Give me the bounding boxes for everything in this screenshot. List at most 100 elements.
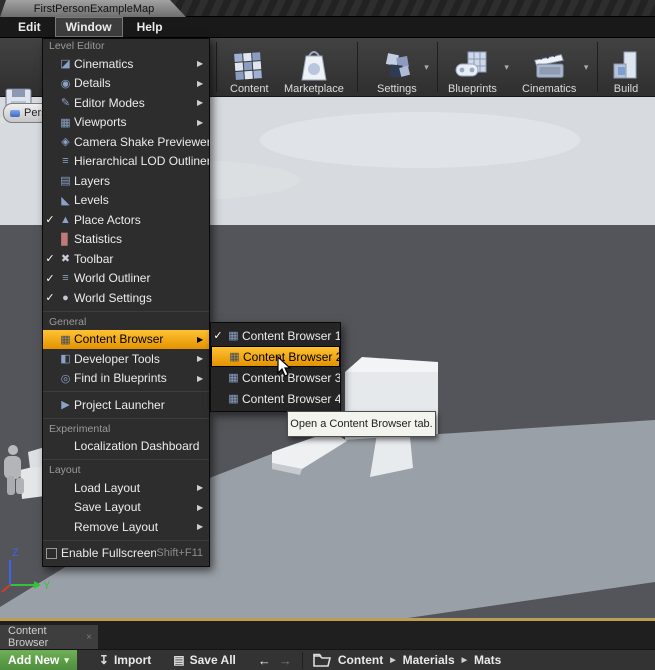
toolbar-blueprints-button[interactable]: Blueprints ▾ bbox=[448, 40, 509, 95]
settings-dropdown-icon[interactable]: ▾ bbox=[424, 62, 429, 73]
import-label: Import bbox=[113, 653, 152, 667]
content-browser-icon: ▦ bbox=[60, 333, 71, 346]
content-browser-icon: ▦ bbox=[228, 372, 239, 384]
details-icon: ◉ bbox=[60, 77, 71, 90]
fullscreen-shortcut: Shift+F11 bbox=[156, 547, 203, 560]
content-browser-tab[interactable]: Content Browser × bbox=[0, 625, 98, 649]
menu-item-editor-modes[interactable]: ✎ Editor Modes ▶ bbox=[43, 93, 209, 113]
cinematics-icon-large bbox=[531, 49, 567, 83]
menu-item-load-layout[interactable]: Load Layout ▶ bbox=[43, 478, 209, 498]
toolbar-settings-label: Settings bbox=[377, 83, 417, 95]
menu-item-place-actors[interactable]: ✓ ▲ Place Actors bbox=[43, 210, 209, 230]
breadcrumb-mats[interactable]: Mats bbox=[474, 653, 501, 667]
submenu-arrow-icon: ▶ bbox=[197, 78, 204, 88]
import-button[interactable]: ↧ Import bbox=[99, 653, 151, 667]
content-browser-submenu: ✓ ▦ Content Browser 1 ▦ Content Browser … bbox=[210, 322, 341, 412]
viewports-icon: ▦ bbox=[60, 116, 71, 129]
world-outliner-icon: ≡ bbox=[62, 272, 69, 285]
developer-tools-icon: ◧ bbox=[60, 353, 71, 366]
toolbar-content-button[interactable]: Content bbox=[230, 40, 269, 95]
level-tab[interactable]: FirstPersonExampleMap bbox=[0, 0, 186, 17]
menu-item-world-outliner[interactable]: ✓ ≡ World Outliner bbox=[43, 269, 209, 289]
menu-item-toolbar[interactable]: ✓ ✖ Toolbar bbox=[43, 249, 209, 269]
menubar-help[interactable]: Help bbox=[127, 18, 173, 36]
menu-item-developer-tools[interactable]: ◧ Developer Tools ▶ bbox=[43, 349, 209, 369]
blueprints-icon bbox=[454, 49, 490, 83]
breadcrumb-sep-icon: ▶ bbox=[390, 657, 396, 664]
submenu-arrow-icon: ▶ bbox=[197, 373, 204, 383]
dock-tab-well: Content Browser × bbox=[0, 621, 655, 649]
submenu-arrow-icon: ▶ bbox=[197, 98, 204, 108]
check-icon: ✓ bbox=[45, 292, 55, 305]
level-tab-title: FirstPersonExampleMap bbox=[33, 2, 155, 15]
toolbar-settings-button[interactable]: Settings ▾ bbox=[377, 40, 429, 95]
menu-item-layers[interactable]: ▤ Layers bbox=[43, 171, 209, 191]
hlod-icon: ≡ bbox=[62, 155, 69, 168]
section-experimental: Experimental bbox=[49, 422, 111, 435]
submenu-arrow-icon: ▶ bbox=[197, 59, 204, 69]
menu-item-camera-shake-previewer[interactable]: ◈ Camera Shake Previewer bbox=[43, 132, 209, 152]
menu-item-statistics[interactable]: ▊ Statistics bbox=[43, 230, 209, 250]
content-browser-toolbar: Add New ▾ ↧ Import ▤ Save All ← → Conten… bbox=[0, 649, 655, 670]
world-settings-icon: ● bbox=[62, 291, 69, 304]
cinematics-icon: ◪ bbox=[60, 58, 71, 71]
check-icon: ✓ bbox=[45, 214, 55, 227]
content-browser-tab-label: Content Browser bbox=[8, 625, 49, 649]
add-new-label: Add New bbox=[8, 653, 60, 667]
toolbar-build-label: Build bbox=[613, 83, 639, 95]
submenu-item-content-browser-3[interactable]: ▦ Content Browser 3 bbox=[211, 367, 340, 388]
save-all-label: Save All bbox=[189, 653, 236, 667]
back-arrow-icon[interactable]: ← bbox=[258, 653, 271, 668]
menu-item-enable-fullscreen[interactable]: Enable Fullscreen Shift+F11 bbox=[43, 544, 209, 564]
menu-item-details[interactable]: ◉ Details ▶ bbox=[43, 74, 209, 94]
menu-item-content-browser[interactable]: ▦ Content Browser ▶ bbox=[43, 329, 209, 349]
save-all-button[interactable]: ▤ Save All bbox=[173, 653, 236, 667]
save-all-icon: ▤ bbox=[173, 653, 185, 667]
menubar-window[interactable]: Window bbox=[54, 17, 123, 37]
menu-item-hierarchical-lod-outliner[interactable]: ≡ Hierarchical LOD Outliner bbox=[43, 152, 209, 172]
menu-separator bbox=[43, 459, 209, 460]
toolbar-build-button[interactable]: Build bbox=[608, 40, 644, 95]
toolbar-content-label: Content bbox=[230, 83, 269, 95]
submenu-arrow-icon: ▶ bbox=[197, 483, 204, 493]
submenu-item-content-browser-4[interactable]: ▦ Content Browser 4 bbox=[211, 388, 340, 409]
fullscreen-checkbox[interactable] bbox=[46, 547, 57, 559]
menu-item-remove-layout[interactable]: Remove Layout ▶ bbox=[43, 517, 209, 537]
editor-modes-icon: ✎ bbox=[60, 97, 71, 110]
menu-item-save-layout[interactable]: Save Layout ▶ bbox=[43, 498, 209, 518]
unreal-editor-window: Z Y FirstPersonExampleMap Edit Window He… bbox=[0, 0, 655, 670]
submenu-item-content-browser-2[interactable]: ▦ Content Browser 2 bbox=[211, 346, 340, 367]
menu-separator bbox=[43, 417, 209, 419]
menu-item-find-in-blueprints[interactable]: ◎ Find in Blueprints ▶ bbox=[43, 369, 209, 389]
forward-arrow-icon[interactable]: → bbox=[279, 653, 292, 668]
menu-item-levels[interactable]: ◣ Levels bbox=[43, 191, 209, 211]
toolbar-marketplace-label: Marketplace bbox=[284, 83, 344, 95]
menu-item-world-settings[interactable]: ✓ ● World Settings bbox=[43, 288, 209, 308]
place-actors-icon: ▲ bbox=[60, 213, 71, 226]
build-icon bbox=[608, 49, 644, 83]
section-level-editor: Level Editor bbox=[49, 40, 105, 52]
project-launcher-icon: ▶ bbox=[61, 399, 70, 412]
import-icon: ↧ bbox=[98, 653, 109, 667]
menu-bar: Edit Window Help bbox=[0, 17, 655, 38]
menu-item-localization-dashboard[interactable]: Localization Dashboard bbox=[43, 437, 209, 457]
menubar-edit[interactable]: Edit bbox=[8, 18, 51, 36]
marketplace-icon bbox=[296, 49, 332, 83]
cinematics-dropdown-icon[interactable]: ▾ bbox=[584, 62, 589, 73]
menu-item-viewports[interactable]: ▦ Viewports ▶ bbox=[43, 113, 209, 133]
mannequin-figure bbox=[8, 445, 18, 455]
menu-item-cinematics[interactable]: ◪ Cinematics ▶ bbox=[43, 54, 209, 74]
menu-item-project-launcher[interactable]: ▶ Project Launcher bbox=[43, 395, 209, 415]
content-browser-icon: ▦ bbox=[228, 393, 239, 405]
tab-close-icon[interactable]: × bbox=[86, 632, 92, 643]
breadcrumb-materials[interactable]: Materials bbox=[403, 653, 455, 667]
add-new-button[interactable]: Add New ▾ bbox=[0, 649, 77, 670]
blueprints-dropdown-icon[interactable]: ▾ bbox=[504, 62, 509, 73]
toolbar-cinematics-label: Cinematics bbox=[522, 83, 577, 95]
submenu-item-content-browser-1[interactable]: ✓ ▦ Content Browser 1 bbox=[211, 325, 340, 346]
breadcrumb-content[interactable]: Content bbox=[338, 653, 383, 667]
toolbar-marketplace-button[interactable]: Marketplace bbox=[284, 40, 344, 95]
menu-separator bbox=[43, 391, 209, 392]
toolbar-cinematics-button[interactable]: Cinematics ▾ bbox=[522, 40, 588, 95]
settings-icon bbox=[379, 49, 415, 83]
